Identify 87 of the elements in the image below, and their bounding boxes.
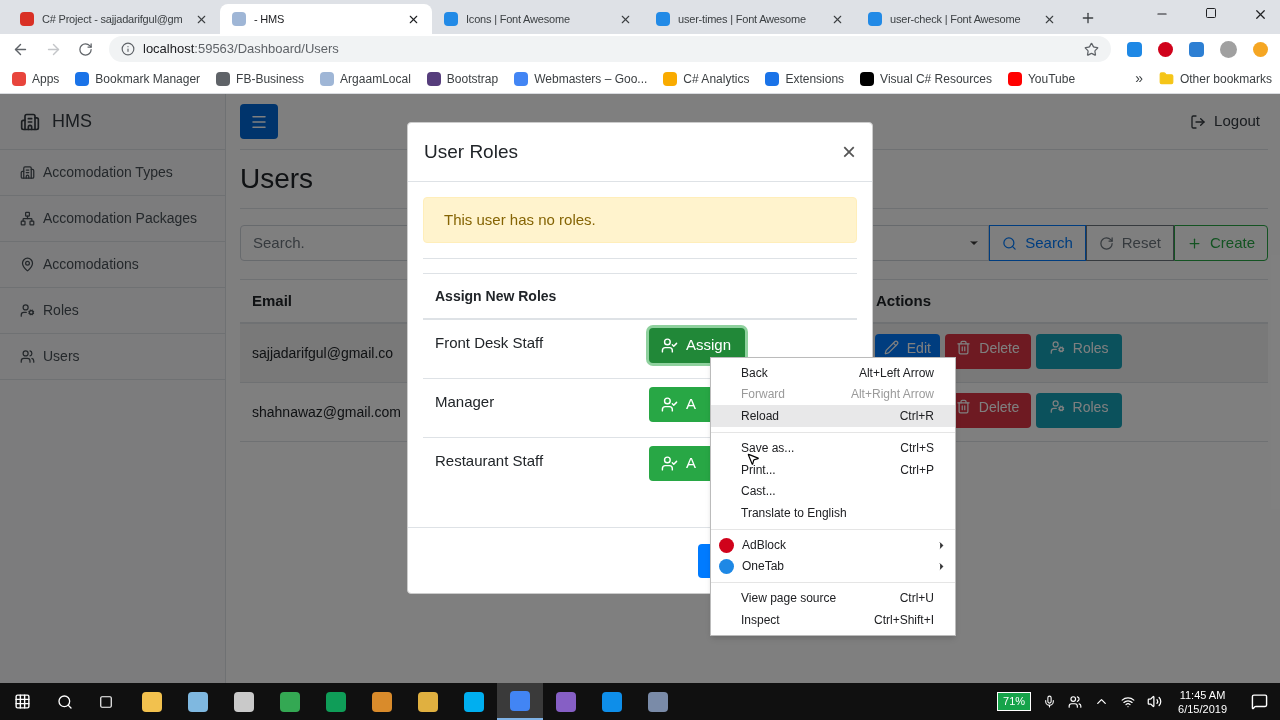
logout-link[interactable]: Logout: [1190, 110, 1260, 133]
taskbar-app[interactable]: [497, 683, 543, 720]
tab-title: user-times | Font Awesome: [678, 11, 807, 27]
column-header: Actions: [876, 290, 931, 311]
bookmarks-overflow[interactable]: »: [1135, 68, 1143, 89]
url-text: localhost:59563/Dashboard/Users: [143, 40, 339, 59]
tab-title: C# Project - sajjadarifgul@gm: [42, 11, 184, 27]
menu-item[interactable]: View page source Ctrl+U: [711, 587, 955, 609]
tab-title: user-check | Font Awesome: [890, 11, 1022, 27]
bookmark[interactable]: C# Analytics: [663, 69, 750, 88]
user-check-icon: [661, 396, 678, 413]
role-name: Manager: [434, 392, 496, 412]
table-cell: sajjadarifgul@gmail.co: [252, 345, 394, 361]
section-heading: Assign New Roles: [423, 274, 857, 320]
menu-item[interactable]: OneTab: [711, 555, 955, 577]
close-icon[interactable]: [1253, 7, 1268, 22]
maximize-icon[interactable]: [1205, 7, 1217, 19]
tab-title: Icons | Font Awesome: [466, 11, 571, 27]
reload-icon: [1098, 235, 1114, 251]
network-icon: [20, 211, 35, 226]
user-check-icon: [661, 337, 678, 354]
bookmark[interactable]: Apps: [12, 69, 60, 88]
browser-tab[interactable]: - HMS: [220, 4, 432, 34]
sidebar-item[interactable]: Roles: [0, 288, 225, 334]
browser-tab[interactable]: C# Project - sajjadarifgul@gm: [8, 4, 220, 34]
address-bar[interactable]: localhost:59563/Dashboard/Users: [109, 36, 1111, 62]
role-name: Front Desk Staff: [434, 333, 545, 353]
menu-item[interactable]: Translate to English: [711, 502, 955, 524]
plus-icon: [1186, 235, 1202, 251]
menu-button[interactable]: [240, 104, 278, 139]
people-icon[interactable]: [1068, 694, 1083, 709]
bookmark[interactable]: Bootstrap: [426, 69, 499, 88]
sidebar-item[interactable]: Accomodation Types: [0, 150, 225, 196]
browser-tab[interactable]: user-times | Font Awesome: [644, 4, 856, 34]
role-name: Restaurant Staff: [434, 451, 545, 471]
menu-item[interactable]: Cast...: [711, 480, 955, 502]
task-view-icon[interactable]: [99, 694, 113, 709]
sidebar-item[interactable]: Accomodation Packages: [0, 196, 225, 242]
extension-icon[interactable]: [1158, 41, 1173, 57]
pencil-icon: [883, 340, 899, 355]
mouse-cursor-icon: [746, 452, 760, 466]
users-gear-icon: [1049, 340, 1065, 355]
bookmark[interactable]: ArgaamLocal: [320, 69, 411, 88]
bookmark[interactable]: Webmasters – Goo...: [514, 69, 648, 88]
user-check-icon: [661, 455, 678, 472]
table-cell: shahnawaz@gmail.com: [252, 404, 401, 420]
tab-title: - HMS: [254, 11, 286, 27]
new-tab-icon[interactable]: [1080, 10, 1096, 26]
column-header: Email: [252, 291, 293, 309]
menu-item[interactable]: AdBlock: [711, 534, 955, 556]
trash-icon: [956, 340, 972, 355]
assign-button[interactable]: Assign: [649, 328, 745, 363]
sidebar-item[interactable]: Users: [0, 334, 225, 380]
notifications-icon[interactable]: [1251, 693, 1268, 710]
bookmark[interactable]: YouTube: [1007, 69, 1076, 88]
hotel-icon: [20, 111, 40, 132]
browser-tab[interactable]: user-check | Font Awesome: [856, 4, 1068, 34]
start-icon[interactable]: [14, 693, 31, 710]
clock[interactable]: 11:45 AM 6/15/2019: [1178, 687, 1227, 716]
brand-name[interactable]: HMS: [52, 108, 92, 135]
info-icon: [121, 42, 135, 56]
logout-icon: [1190, 113, 1207, 130]
sidebar-item[interactable]: Accomodations: [0, 242, 225, 288]
search-icon[interactable]: [57, 693, 73, 710]
wifi-icon[interactable]: [1121, 694, 1136, 709]
bookmark[interactable]: Visual C# Resources: [860, 69, 992, 88]
alert-message: This user has no roles.: [423, 197, 857, 243]
users-gear-icon: [20, 303, 35, 318]
volume-icon[interactable]: [1147, 694, 1163, 709]
bookmark[interactable]: FB-Business: [216, 69, 305, 88]
extension-icon[interactable]: [1127, 41, 1142, 57]
avatar-icon[interactable]: [1220, 40, 1237, 58]
bookmark[interactable]: Extensions: [765, 69, 845, 88]
building-icon: [20, 165, 35, 180]
reload-icon[interactable]: [78, 41, 93, 57]
menu-item[interactable]: Inspect Ctrl+Shift+I: [711, 609, 955, 631]
map-pin-icon: [20, 257, 35, 272]
browser-tab[interactable]: Icons | Font Awesome: [432, 4, 644, 34]
folder-icon: [1158, 71, 1174, 86]
extension-icon[interactable]: [1189, 41, 1204, 57]
bookmark[interactable]: Other bookmarks: [1158, 69, 1272, 88]
bookmark[interactable]: Bookmark Manager: [75, 69, 201, 88]
menu-item[interactable]: Reload Ctrl+R: [711, 405, 955, 427]
star-icon[interactable]: [1084, 41, 1099, 57]
users-gear-icon: [1049, 399, 1065, 414]
search-icon: [1002, 235, 1018, 251]
users-icon: [20, 349, 35, 364]
